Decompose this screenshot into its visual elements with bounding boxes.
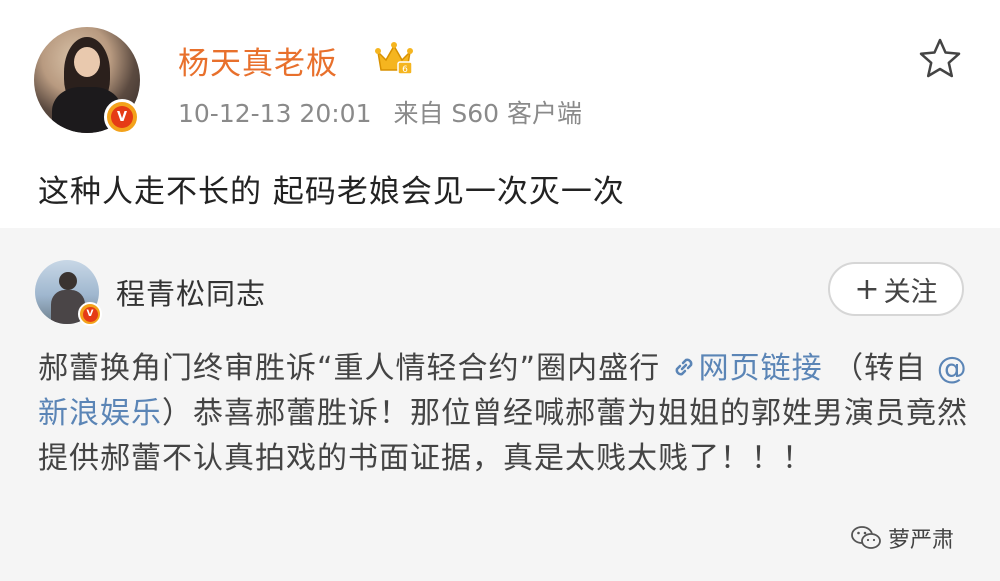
verified-badge-icon: V: [104, 99, 140, 135]
star-icon[interactable]: [918, 37, 962, 79]
post-time: 10-12-13 20:01: [178, 99, 372, 128]
plus-icon: +: [854, 271, 880, 307]
repost-verified-badge-icon: V: [78, 302, 102, 326]
watermark: 萝严肃: [850, 522, 954, 554]
post-text: 这种人走不长的 起码老娘会见一次灭一次: [38, 174, 625, 210]
follow-button[interactable]: + 关注: [828, 262, 964, 316]
repost-text-part3: ）恭喜郝蕾胜诉！那位曾经喊郝蕾为姐姐的郭姓男演员竟然提供郝蕾不认真拍戏的书面证据…: [38, 396, 968, 476]
watermark-label: 萝严肃: [888, 528, 955, 553]
post-source[interactable]: 来自 S60 客户端: [393, 99, 582, 128]
follow-label: 关注: [883, 276, 938, 308]
author-username[interactable]: 杨天真老板: [178, 38, 338, 83]
web-link-label: 网页链接: [698, 351, 823, 386]
repost-text-part2: （转自: [822, 351, 937, 386]
wechat-icon: [851, 526, 881, 549]
repost-author-username[interactable]: 程青松同志: [116, 271, 266, 313]
post-meta: 10-12-13 20:01 来自 S60 客户端: [178, 94, 596, 130]
crown-icon: 6: [375, 42, 413, 75]
repost-body: 郝蕾换角门终审胜诉“重人情轻合约”圈内盛行 网页链接 （转自 @新浪娱乐）恭喜郝…: [38, 346, 968, 481]
web-link[interactable]: 网页链接: [671, 351, 823, 386]
repost-text-part1: 郝蕾换角门终审胜诉“重人情轻合约”圈内盛行: [38, 351, 671, 386]
link-icon: [675, 358, 693, 376]
svg-text:6: 6: [402, 65, 408, 75]
